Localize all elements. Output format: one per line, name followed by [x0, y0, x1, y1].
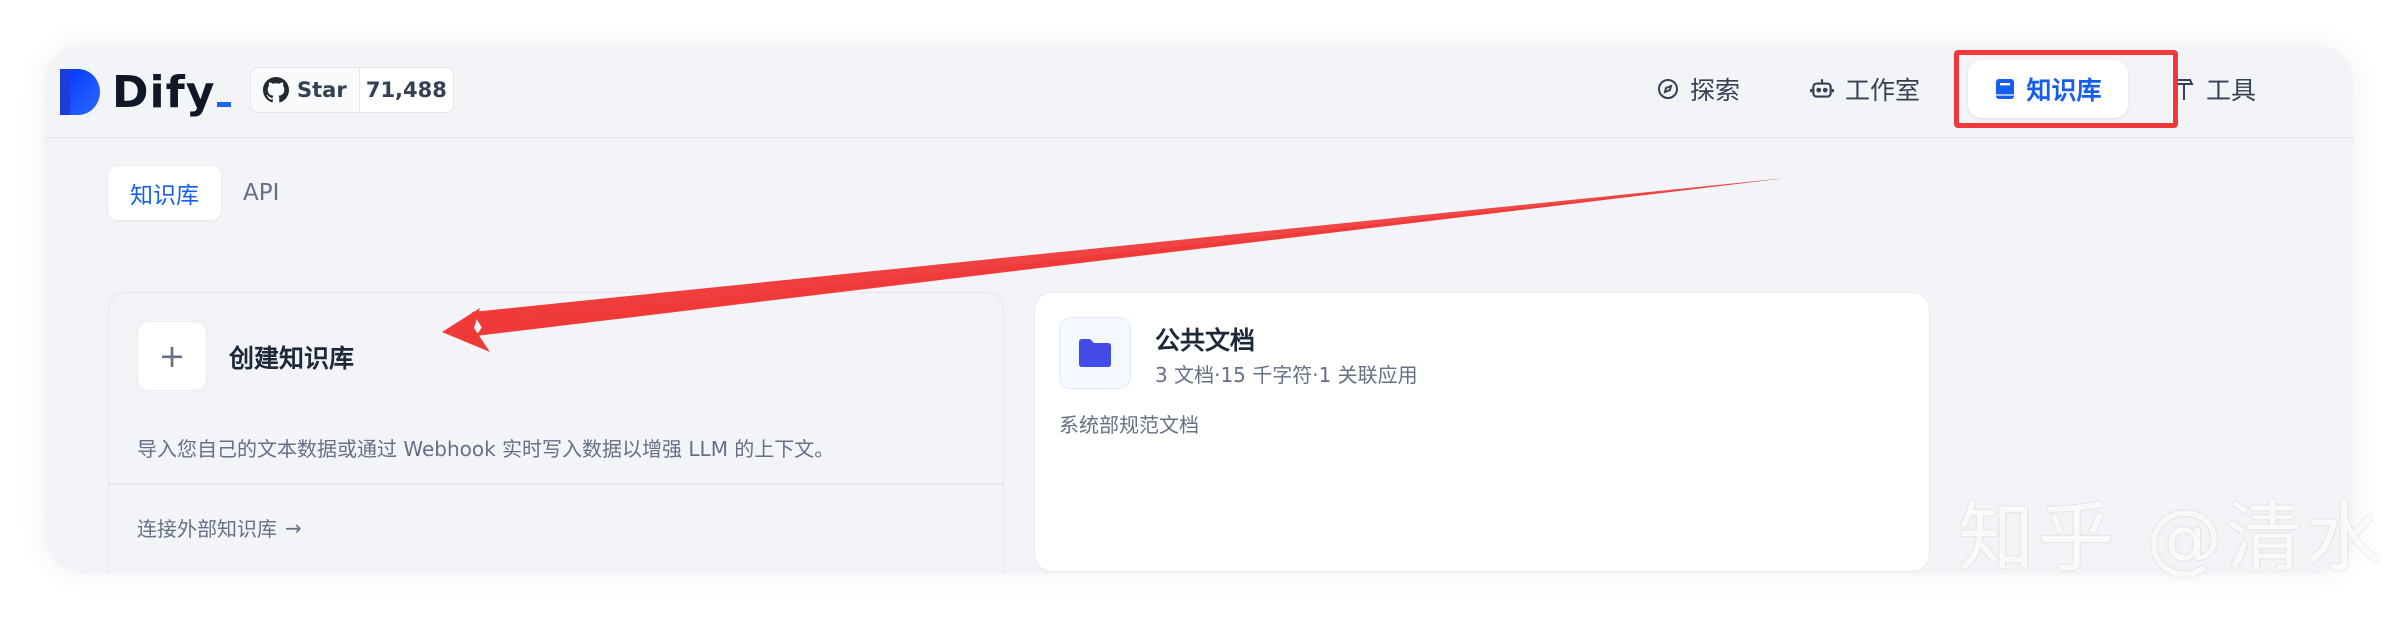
dataset-card[interactable]: 公共文档 3 文档·15 千字符·1 关联应用 系统部规范文档: [1034, 292, 1930, 572]
sub-tabs: 知识库 API: [108, 166, 301, 220]
nav-explore[interactable]: 探索: [1656, 60, 1740, 118]
dataset-meta: 3 文档·15 千字符·1 关联应用: [1155, 363, 1418, 387]
github-star-count: 71,488: [359, 68, 453, 112]
create-dataset-title: 创建知识库: [229, 344, 355, 373]
divider: [109, 483, 1003, 485]
watermark: 知乎 @清水: [1958, 493, 2387, 582]
annotation-highlight-box: [1954, 50, 2178, 128]
dify-logo[interactable]: Dify: [56, 64, 232, 120]
github-icon: [263, 77, 289, 103]
tab-datasets[interactable]: 知识库: [108, 166, 221, 220]
dataset-description: 系统部规范文档: [1059, 413, 1199, 437]
brand-name: Dify: [112, 67, 232, 118]
nav-tools[interactable]: 工具: [2172, 60, 2256, 118]
robot-icon: [1809, 76, 1835, 102]
connect-external-dataset-link[interactable]: 连接外部知识库 →: [137, 513, 302, 542]
dify-logo-icon: [60, 69, 100, 115]
github-star-button[interactable]: Star 71,488: [250, 67, 454, 113]
nav-studio[interactable]: 工作室: [1809, 60, 1920, 118]
top-bar: Dify Star 71,488 探索 工作室 知识库 工具: [44, 44, 2354, 138]
create-dataset-card[interactable]: + 创建知识库 导入您自己的文本数据或通过 Webhook 实时写入数据以增强 …: [108, 292, 1004, 574]
create-dataset-description: 导入您自己的文本数据或通过 Webhook 实时写入数据以增强 LLM 的上下文…: [137, 437, 835, 461]
dataset-name: 公共文档: [1155, 326, 1256, 355]
github-star-label: Star: [251, 68, 360, 112]
tab-api[interactable]: API: [221, 166, 301, 220]
arrow-right-icon: →: [285, 515, 302, 540]
plus-icon: +: [137, 321, 207, 391]
folder-icon: [1059, 317, 1131, 389]
compass-icon: [1656, 77, 1680, 101]
